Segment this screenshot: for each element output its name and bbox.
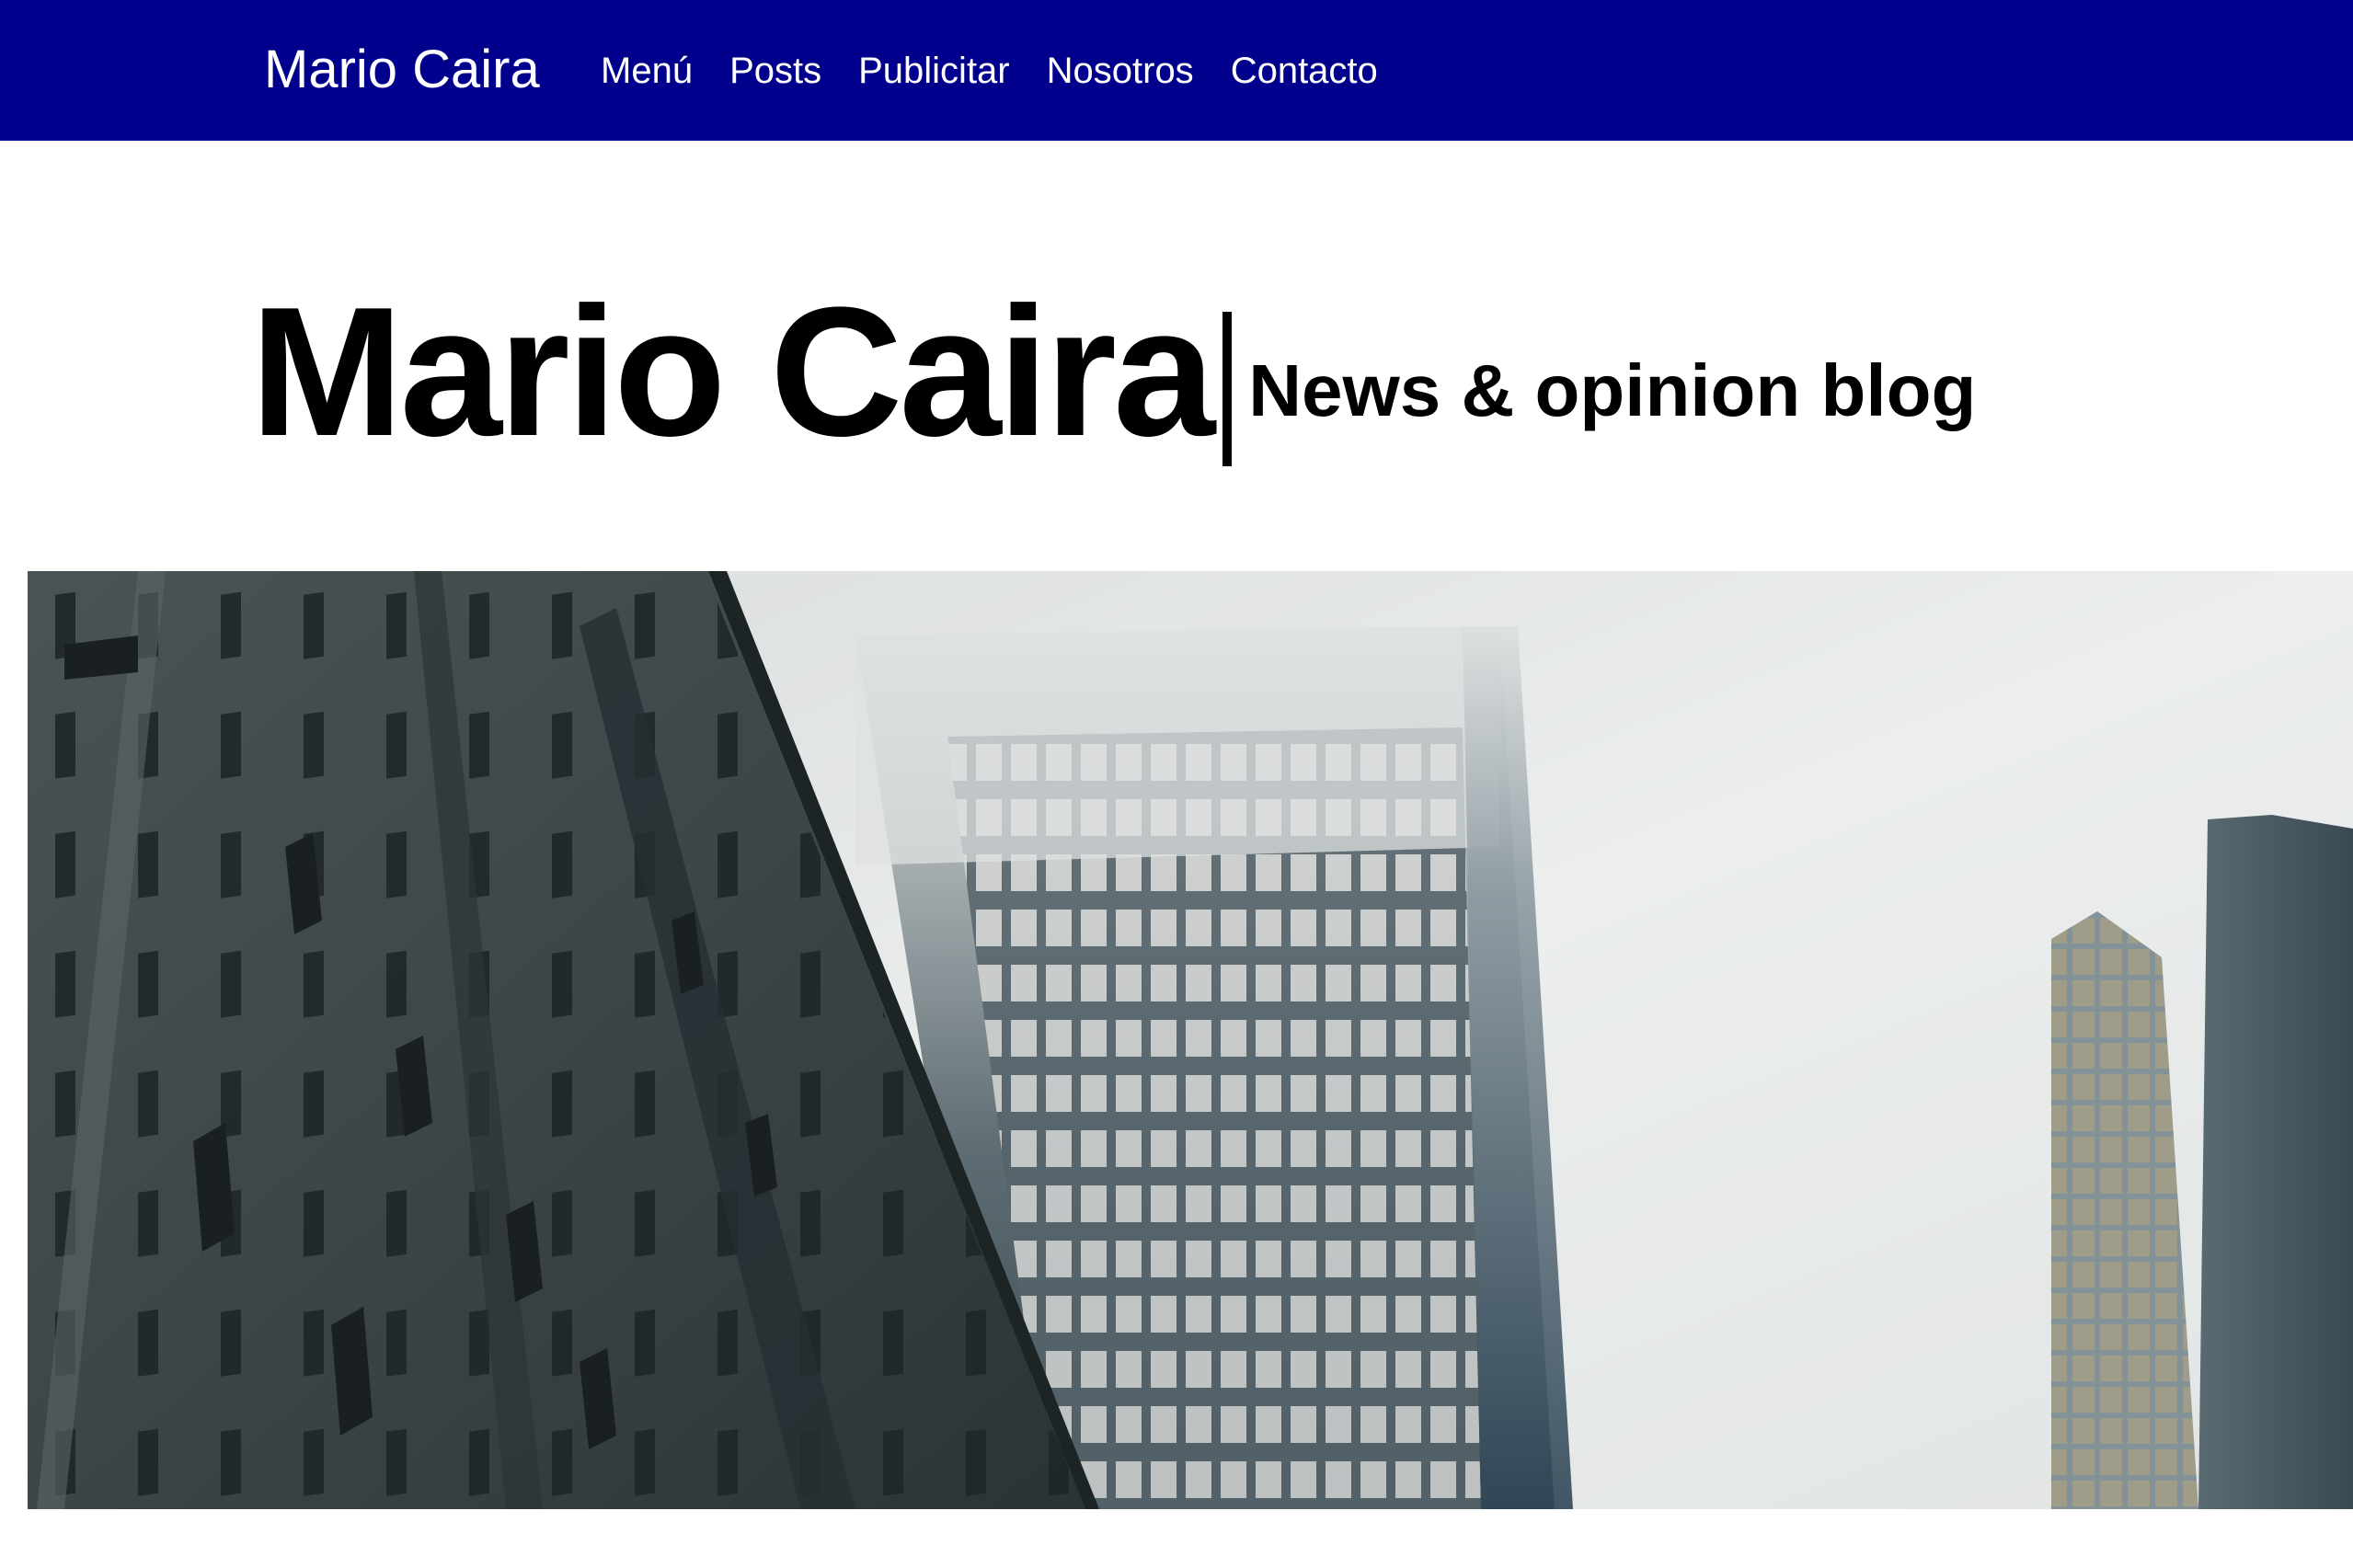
nav-item-contacto: Contacto [1231, 46, 1378, 96]
nav-item-publicitar: Publicitar [858, 46, 1010, 96]
nav-link-posts[interactable]: Posts [729, 51, 821, 91]
brand-link[interactable]: Mario Caira [264, 35, 540, 105]
hero-image [28, 571, 2353, 1509]
nav-menu: Menú Posts Publicitar Nosotros Contacto [601, 46, 1378, 96]
site-tagline: News & opinion blog [1248, 349, 1977, 431]
title-divider [1222, 312, 1233, 466]
nav-link-publicitar[interactable]: Publicitar [858, 51, 1010, 91]
masthead: Mario Caira News & opinion blog [250, 276, 1976, 469]
site-title: Mario Caira [250, 269, 1215, 475]
nav-item-posts: Posts [729, 46, 821, 96]
nav-item-menu: Menú [601, 46, 693, 96]
skyscrapers-illustration [28, 571, 2353, 1509]
nav-item-nosotros: Nosotros [1047, 46, 1194, 96]
nav-link-nosotros[interactable]: Nosotros [1047, 51, 1194, 91]
nav-link-menu[interactable]: Menú [601, 51, 693, 91]
top-navbar: Mario Caira Menú Posts Publicitar Nosotr… [0, 0, 2353, 141]
nav-link-contacto[interactable]: Contacto [1231, 51, 1378, 91]
